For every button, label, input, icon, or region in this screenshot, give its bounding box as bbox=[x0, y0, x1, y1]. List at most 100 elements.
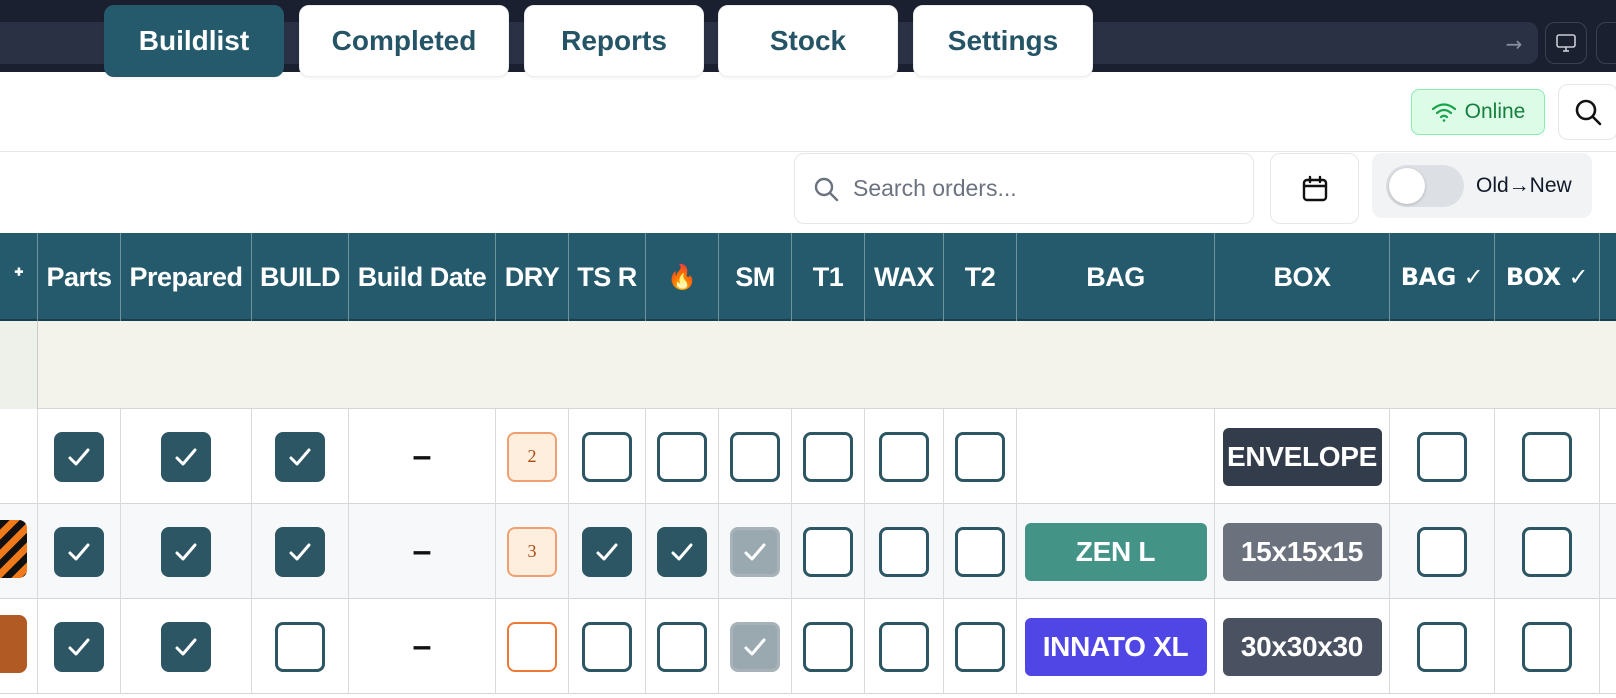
tab-stock[interactable]: Stock bbox=[718, 5, 898, 77]
cell-box-check bbox=[1495, 409, 1600, 504]
column-header-t2[interactable]: T2 bbox=[944, 233, 1017, 321]
edit-icon[interactable] bbox=[1596, 22, 1616, 64]
parts-checkbox[interactable] bbox=[54, 526, 104, 577]
wax-checkbox[interactable] bbox=[879, 621, 929, 672]
cell-build bbox=[252, 409, 349, 504]
t2-checkbox[interactable] bbox=[955, 431, 1005, 482]
box-label-badge[interactable]: 30x30x30 bbox=[1222, 617, 1382, 676]
wax-checkbox[interactable] bbox=[879, 431, 929, 482]
sort-switch[interactable] bbox=[1386, 164, 1464, 207]
dry-days-badge[interactable]: 2 bbox=[507, 431, 557, 482]
box-label-badge[interactable]: ENVELOPE bbox=[1222, 427, 1382, 486]
cell-t2 bbox=[944, 599, 1017, 694]
cell-t1 bbox=[792, 599, 865, 694]
cell-t2 bbox=[944, 504, 1017, 599]
order-search[interactable] bbox=[794, 153, 1254, 224]
group-header-cell bbox=[0, 321, 38, 409]
prepared-checkbox[interactable] bbox=[161, 431, 211, 482]
cell-t1 bbox=[792, 409, 865, 504]
column-header-t1[interactable]: T1 bbox=[792, 233, 865, 321]
prepared-checkbox[interactable] bbox=[161, 526, 211, 577]
search-input[interactable] bbox=[853, 175, 1213, 202]
build-checkbox[interactable] bbox=[275, 431, 325, 482]
dry-days-badge[interactable]: 3 bbox=[507, 526, 557, 577]
arrow-right-icon[interactable]: → bbox=[1500, 30, 1528, 58]
t2-checkbox[interactable] bbox=[955, 526, 1005, 577]
t1-checkbox[interactable] bbox=[803, 621, 853, 672]
t2-checkbox[interactable] bbox=[955, 621, 1005, 672]
cell-wax bbox=[865, 409, 944, 504]
box-check-checkbox[interactable] bbox=[1522, 526, 1572, 577]
bag-label-badge[interactable]: INNATO XL bbox=[1024, 617, 1207, 676]
fire-checkbox[interactable] bbox=[657, 621, 707, 672]
parts-checkbox[interactable] bbox=[54, 431, 104, 482]
table-row[interactable]: – 2 NONE - ENVELOPE bbox=[0, 409, 1616, 504]
parts-checkbox[interactable] bbox=[54, 621, 104, 672]
desktop-icon[interactable] bbox=[1545, 22, 1587, 64]
bag-check-checkbox[interactable] bbox=[1417, 526, 1467, 577]
cell-box: 15x15x15 bbox=[1215, 504, 1390, 599]
box-check-checkbox[interactable] bbox=[1522, 621, 1572, 672]
column-header-parts[interactable]: Parts bbox=[38, 233, 121, 321]
sm-checkbox[interactable] bbox=[730, 621, 780, 672]
ts-r-checkbox[interactable] bbox=[582, 526, 632, 577]
ts-r-checkbox[interactable] bbox=[582, 431, 632, 482]
row-color-tag bbox=[0, 520, 27, 578]
box-check-checkbox[interactable] bbox=[1522, 431, 1572, 482]
column-header-build[interactable]: BUILD bbox=[252, 233, 349, 321]
cell-ts-r bbox=[569, 409, 646, 504]
search-icon bbox=[1575, 99, 1602, 126]
cell-ts-r bbox=[569, 504, 646, 599]
status-badge: Online bbox=[1411, 89, 1545, 135]
bag-check-checkbox[interactable] bbox=[1417, 621, 1467, 672]
prepared-checkbox[interactable] bbox=[161, 621, 211, 672]
date-filter-button[interactable] bbox=[1270, 153, 1359, 224]
column-header-box-check[interactable]: BOX ✓ bbox=[1495, 233, 1600, 321]
sm-checkbox[interactable] bbox=[730, 526, 780, 577]
t1-checkbox[interactable] bbox=[803, 526, 853, 577]
cell-build bbox=[252, 504, 349, 599]
tab-reports[interactable]: Reports bbox=[524, 5, 704, 77]
column-header-ts-r[interactable]: TS R bbox=[569, 233, 646, 321]
build-checkbox[interactable] bbox=[275, 526, 325, 577]
cell-build-date: – bbox=[349, 599, 496, 694]
table-row[interactable]: – INNATO XL 30x30x30 bbox=[0, 599, 1616, 694]
fire-checkbox[interactable] bbox=[657, 526, 707, 577]
column-header-sm[interactable]: SM bbox=[719, 233, 792, 321]
cell-bag: INNATO XL bbox=[1017, 599, 1215, 694]
cell-parts bbox=[38, 409, 121, 504]
cell-bag-check bbox=[1390, 409, 1495, 504]
dry-days-badge[interactable] bbox=[507, 621, 557, 672]
bag-label-badge[interactable]: ZEN L bbox=[1024, 522, 1207, 581]
column-header-fire[interactable]: 🔥 bbox=[646, 233, 719, 321]
table-row[interactable]: – 3 ZEN L 15x15x15 bbox=[0, 504, 1616, 599]
ts-r-checkbox[interactable] bbox=[582, 621, 632, 672]
cell-parts bbox=[38, 599, 121, 694]
cell-dry: 2 bbox=[496, 409, 569, 504]
cell-prepared bbox=[121, 504, 252, 599]
t1-checkbox[interactable] bbox=[803, 431, 853, 482]
global-search-button[interactable] bbox=[1558, 84, 1616, 140]
sort-order-toggle[interactable]: Old→New bbox=[1372, 153, 1592, 218]
cell-edge bbox=[0, 599, 38, 694]
cell-prepared bbox=[121, 409, 252, 504]
cell-parts bbox=[38, 504, 121, 599]
column-header-more bbox=[1600, 233, 1616, 321]
tab-completed[interactable]: Completed bbox=[299, 5, 509, 77]
sm-checkbox[interactable] bbox=[730, 431, 780, 482]
column-header-bag[interactable]: BAG bbox=[1017, 233, 1215, 321]
bag-check-checkbox[interactable] bbox=[1417, 431, 1467, 482]
column-header-build-date[interactable]: Build Date bbox=[349, 233, 496, 321]
column-header-bag-check[interactable]: BAG ✓ bbox=[1390, 233, 1495, 321]
column-header-dry[interactable]: DRY bbox=[496, 233, 569, 321]
box-label-badge[interactable]: 15x15x15 bbox=[1222, 522, 1382, 581]
bag-label-badge[interactable]: NONE - bbox=[1024, 427, 1207, 486]
tab-buildlist[interactable]: Buildlist bbox=[104, 5, 284, 77]
wax-checkbox[interactable] bbox=[879, 526, 929, 577]
column-header-box[interactable]: BOX bbox=[1215, 233, 1390, 321]
tab-settings[interactable]: Settings bbox=[913, 5, 1093, 77]
build-checkbox[interactable] bbox=[275, 621, 325, 672]
fire-checkbox[interactable] bbox=[657, 431, 707, 482]
column-header-prepared[interactable]: Prepared bbox=[121, 233, 252, 321]
column-header-wax[interactable]: WAX bbox=[865, 233, 944, 321]
